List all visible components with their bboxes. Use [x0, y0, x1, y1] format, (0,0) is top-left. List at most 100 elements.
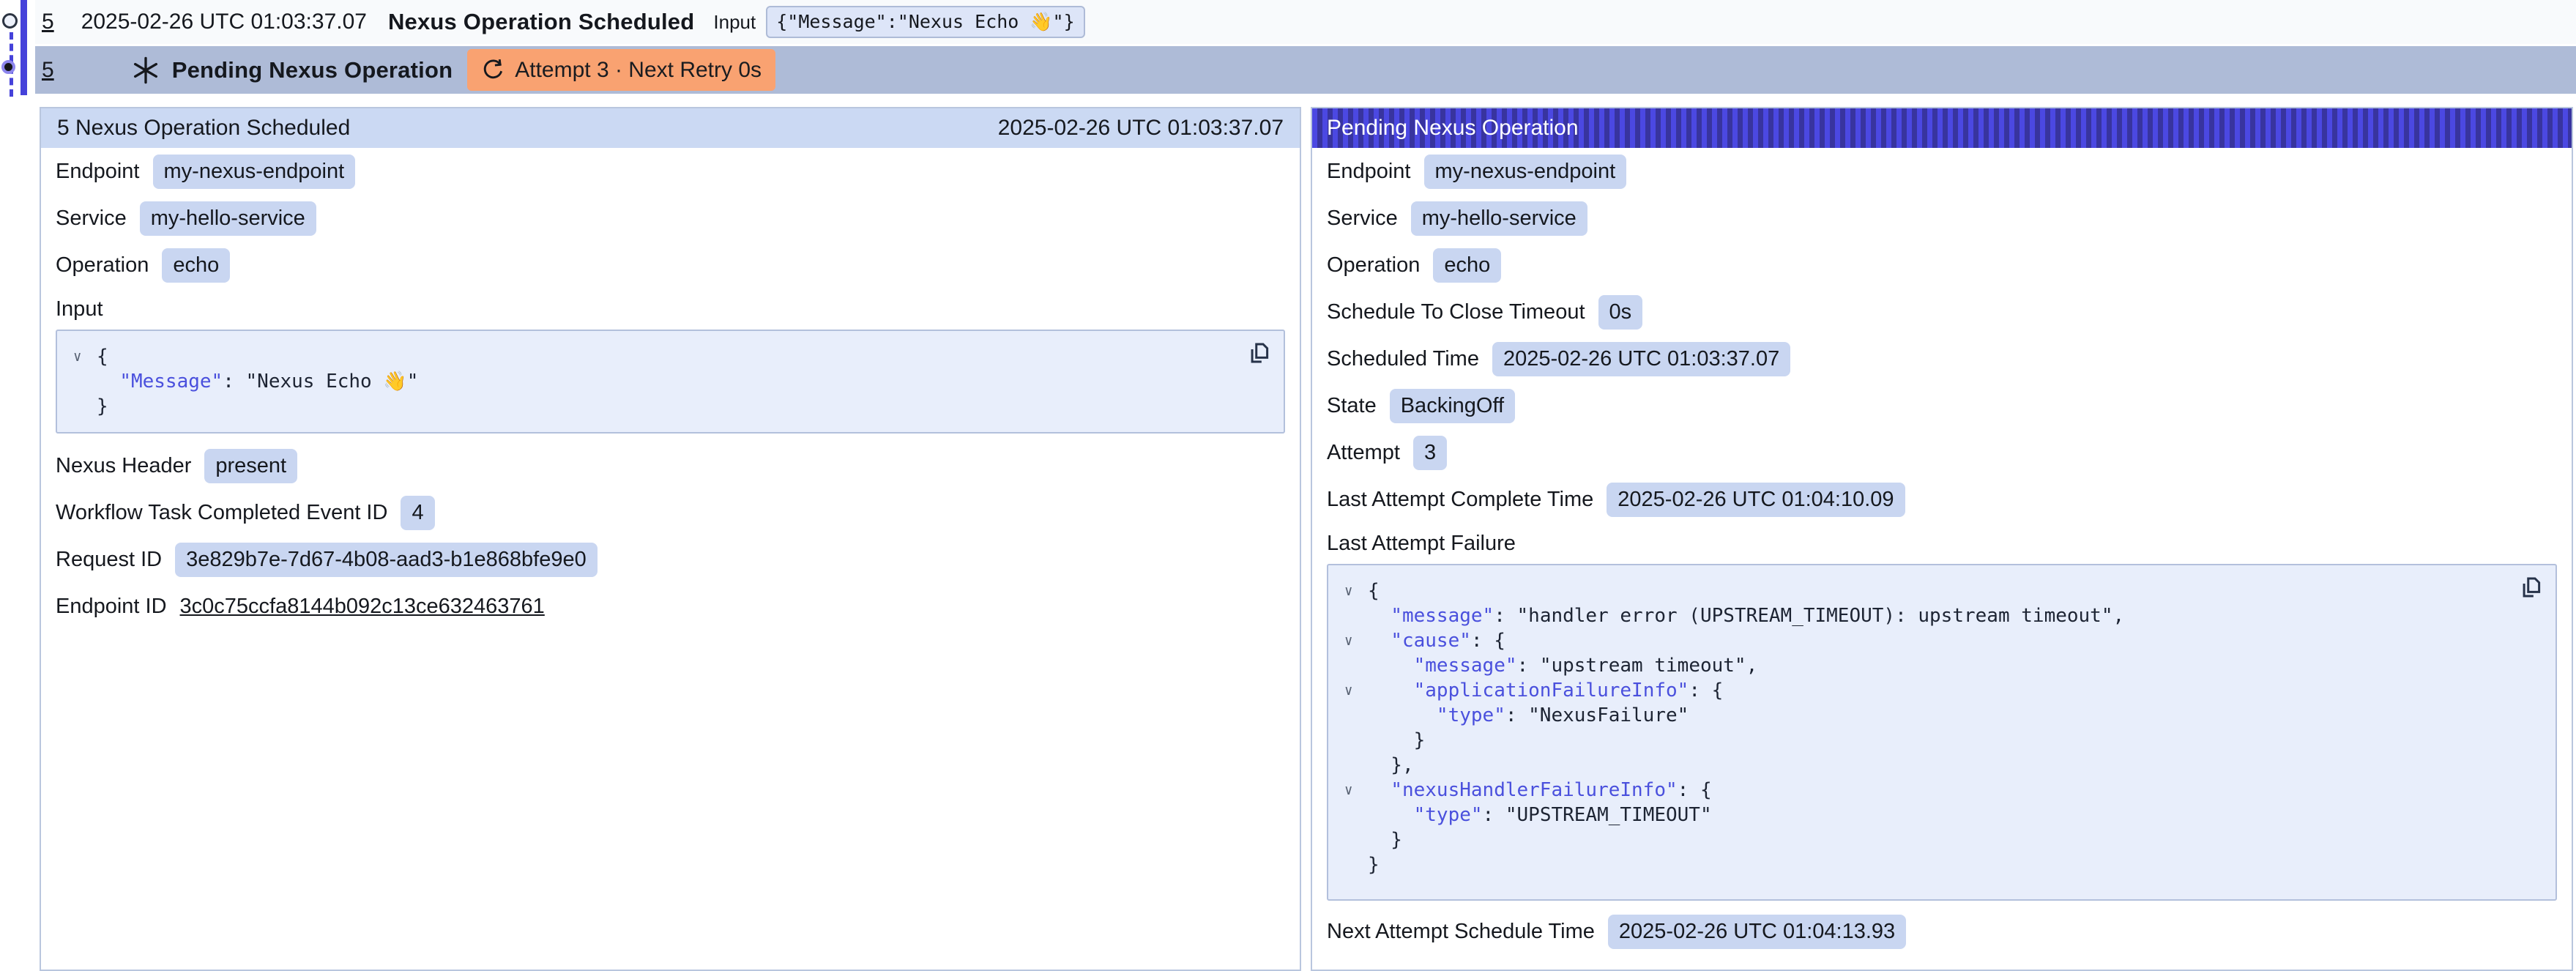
- collapse-chevron-icon: [1340, 753, 1368, 778]
- pending-operation-header: Pending Nexus Operation: [1312, 108, 2572, 148]
- field-label: State: [1327, 394, 1377, 418]
- field-value-badge: my-hello-service: [1411, 201, 1587, 236]
- field-label: Service: [1327, 207, 1398, 231]
- field-value-badge: my-nexus-endpoint: [153, 155, 356, 189]
- retry-icon: [481, 58, 505, 82]
- field-label: Scheduled Time: [1327, 347, 1479, 371]
- field-value-badge: 0s: [1598, 295, 1643, 330]
- pending-operation-header-title: Pending Nexus Operation: [1327, 116, 1579, 141]
- field-label: Request ID: [56, 548, 162, 572]
- code-line: ∨ {: [69, 344, 1232, 369]
- field-next-attempt-schedule-time: Next Attempt Schedule Time 2025-02-26 UT…: [1312, 908, 2572, 955]
- field-service: Service my-hello-service: [41, 195, 1300, 242]
- field-value-badge: 3e829b7e-7d67-4b08-aad3-b1e868bfe9e0: [175, 543, 598, 577]
- field-label: Last Attempt Complete Time: [1327, 488, 1593, 512]
- collapse-chevron-icon: [1340, 852, 1368, 877]
- code-line: ∨ "nexusHandlerFailureInfo": {: [1340, 778, 2504, 803]
- pending-row-id-link[interactable]: 5: [42, 58, 54, 83]
- collapse-chevron-icon[interactable]: ∨: [1340, 678, 1368, 703]
- field-value-badge: echo: [1433, 248, 1501, 283]
- collapse-chevron-icon[interactable]: ∨: [1340, 578, 1368, 603]
- timeline-event-marker-icon: [2, 13, 18, 29]
- field-last-attempt-complete-time: Last Attempt Complete Time 2025-02-26 UT…: [1312, 476, 2572, 523]
- field-label: Attempt: [1327, 441, 1400, 465]
- collapse-chevron-icon[interactable]: ∨: [1340, 628, 1368, 653]
- code-line: ∨ "cause": {: [1340, 628, 2504, 653]
- last-attempt-failure-label: Last Attempt Failure: [1312, 523, 2572, 564]
- collapse-chevron-icon[interactable]: ∨: [1340, 778, 1368, 803]
- collapse-chevron-icon: [69, 394, 97, 419]
- event-timestamp: 2025-02-26 UTC 01:03:37.07: [81, 10, 367, 34]
- field-value-badge: 3: [1413, 436, 1447, 470]
- field-endpoint-id: Endpoint ID 3c0c75ccfa8144b092c13ce63246…: [41, 583, 1300, 630]
- retry-status-badge: Attempt 3 · Next Retry 0s: [467, 49, 775, 91]
- code-line: "message": "upstream timeout",: [1340, 653, 2504, 678]
- field-label: Last Attempt Failure: [1327, 532, 1516, 556]
- copy-button[interactable]: [2517, 574, 2545, 602]
- field-value-badge: my-hello-service: [140, 201, 316, 236]
- field-value-badge: 2025-02-26 UTC 01:04:13.93: [1608, 915, 1906, 949]
- pending-asterisk-icon: [130, 55, 161, 86]
- code-line: "Message": "Nexus Echo 👋": [69, 369, 1232, 394]
- field-nexus-header: Nexus Header present: [41, 442, 1300, 489]
- collapse-chevron-icon: [1340, 803, 1368, 827]
- collapse-chevron-icon: [1340, 653, 1368, 678]
- field-state: State BackingOff: [1312, 382, 2572, 429]
- field-label: Endpoint: [1327, 160, 1411, 184]
- event-detail-header-title: 5 Nexus Operation Scheduled: [57, 116, 350, 141]
- copy-icon: [1247, 341, 1272, 365]
- collapse-chevron-icon[interactable]: ∨: [69, 344, 97, 369]
- field-label: Operation: [56, 253, 149, 278]
- field-label: Input: [56, 297, 103, 321]
- field-value-badge: 2025-02-26 UTC 01:04:10.09: [1607, 483, 1905, 517]
- field-operation: Operation echo: [41, 242, 1300, 289]
- copy-icon: [2519, 575, 2544, 600]
- collapse-chevron-icon: [1340, 827, 1368, 852]
- code-line: ∨ "applicationFailureInfo": {: [1340, 678, 2504, 703]
- field-label: Operation: [1327, 253, 1420, 278]
- last-attempt-failure-code-block: ∨{ "message": "handler error (UPSTREAM_T…: [1327, 564, 2557, 901]
- field-endpoint: Endpoint my-nexus-endpoint: [1312, 148, 2572, 195]
- field-label: Next Attempt Schedule Time: [1327, 920, 1595, 944]
- pending-operation-panel: Pending Nexus Operation Endpoint my-nexu…: [1311, 107, 2573, 971]
- field-workflow-task-completed-event-id: Workflow Task Completed Event ID 4: [41, 489, 1300, 536]
- field-value-badge: present: [204, 449, 297, 483]
- field-service: Service my-hello-service: [1312, 195, 2572, 242]
- endpoint-id-link[interactable]: 3c0c75ccfa8144b092c13ce632463761: [180, 595, 545, 619]
- field-scheduled-time: Scheduled Time 2025-02-26 UTC 01:03:37.0…: [1312, 335, 2572, 382]
- field-label: Schedule To Close Timeout: [1327, 300, 1585, 324]
- collapse-chevron-icon: [69, 369, 97, 394]
- field-label: Endpoint: [56, 160, 140, 184]
- pending-nexus-operation-row[interactable]: 5 Pending Nexus Operation Attempt 3 · Ne…: [35, 46, 2576, 94]
- event-row-nexus-operation-scheduled[interactable]: 5 2025-02-26 UTC 01:03:37.07 Nexus Opera…: [35, 0, 2576, 44]
- timeline-pending-marker-icon: [1, 60, 15, 74]
- event-detail-header-time: 2025-02-26 UTC 01:03:37.07: [998, 116, 1284, 141]
- event-id-link[interactable]: 5: [42, 10, 54, 34]
- pending-row-title: Pending Nexus Operation: [172, 57, 453, 83]
- code-line: "message": "handler error (UPSTREAM_TIME…: [1340, 603, 2504, 628]
- field-endpoint: Endpoint my-nexus-endpoint: [41, 148, 1300, 195]
- field-value-badge: echo: [162, 248, 230, 283]
- copy-button[interactable]: [1246, 340, 1273, 368]
- field-request-id: Request ID 3e829b7e-7d67-4b08-aad3-b1e86…: [41, 536, 1300, 583]
- timeline-active-bar: [21, 0, 27, 95]
- event-detail-header[interactable]: 5 Nexus Operation Scheduled 2025-02-26 U…: [41, 108, 1300, 148]
- field-value-badge: BackingOff: [1390, 389, 1515, 423]
- field-label: Workflow Task Completed Event ID: [56, 501, 387, 525]
- collapse-chevron-icon: [1340, 603, 1368, 628]
- code-line: }: [69, 394, 1232, 419]
- field-operation: Operation echo: [1312, 242, 2572, 289]
- collapse-chevron-icon: [1340, 703, 1368, 728]
- event-input-label: Input: [713, 11, 756, 34]
- code-line: "type": "NexusFailure": [1340, 703, 2504, 728]
- code-line: }: [1340, 852, 2504, 877]
- event-input-value-badge[interactable]: {"Message":"Nexus Echo 👋"}: [766, 6, 1084, 38]
- collapse-chevron-icon: [1340, 728, 1368, 753]
- input-section-label: Input: [41, 289, 1300, 330]
- code-line: },: [1340, 753, 2504, 778]
- field-value-badge: my-nexus-endpoint: [1424, 155, 1627, 189]
- field-label: Nexus Header: [56, 454, 191, 478]
- event-detail-panel: 5 Nexus Operation Scheduled 2025-02-26 U…: [40, 107, 1301, 971]
- code-line: "type": "UPSTREAM_TIMEOUT": [1340, 803, 2504, 827]
- input-code-block: ∨ { "Message": "Nexus Echo 👋" }: [56, 330, 1285, 434]
